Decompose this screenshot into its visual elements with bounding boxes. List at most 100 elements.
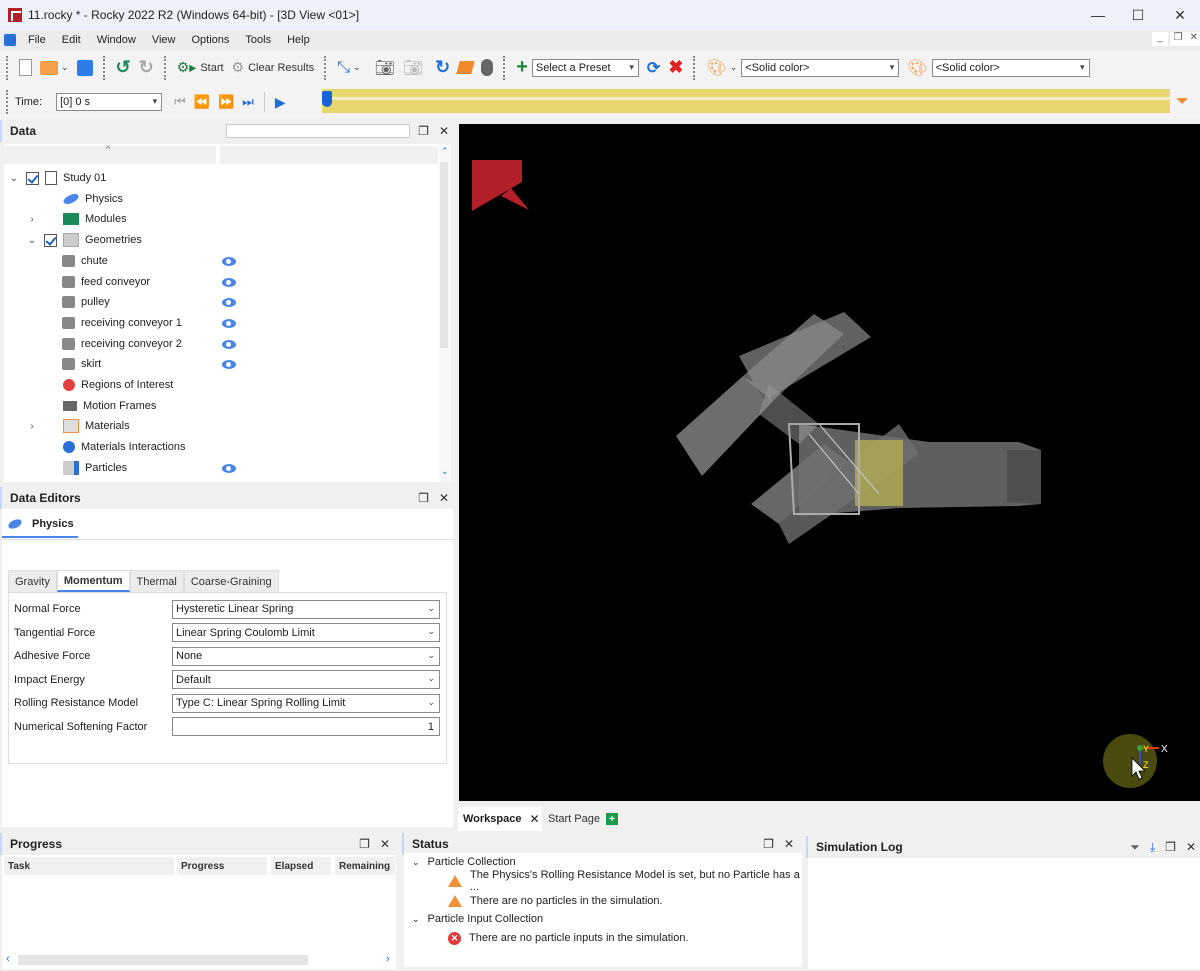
tree-item[interactable]: ⌄ Geometries: [26, 230, 142, 250]
first-frame-button[interactable]: ⏮: [174, 94, 186, 110]
scroll-down-icon[interactable]: ⌄: [441, 466, 449, 477]
chevron-down-icon[interactable]: ⌄: [26, 235, 38, 246]
tree-item[interactable]: Regions of Interest: [26, 375, 173, 395]
float-panel-icon[interactable]: ❐: [359, 837, 370, 851]
menu-view[interactable]: View: [144, 34, 184, 46]
particle-color-button[interactable]: 🎨︎: [907, 58, 927, 78]
redo-button[interactable]: ↻: [139, 57, 154, 78]
field-select[interactable]: Linear Spring Coulomb Limit ⌄: [172, 623, 440, 642]
delete-preset-button[interactable]: ✖: [668, 57, 683, 78]
field-select[interactable]: Default ⌄: [172, 670, 440, 689]
visibility-eye-icon[interactable]: [222, 339, 236, 349]
close-panel-icon[interactable]: ✕: [1186, 840, 1196, 855]
3d-viewport[interactable]: X Y Z: [459, 124, 1200, 801]
horizontal-scrollbar[interactable]: ‹ ›: [2, 953, 396, 967]
field-select[interactable]: None ⌄: [172, 646, 440, 666]
float-panel-icon[interactable]: ❐: [1165, 840, 1176, 855]
float-panel-icon[interactable]: ❐: [763, 837, 774, 851]
tab-momentum[interactable]: Momentum: [56, 570, 130, 592]
menu-options[interactable]: Options: [183, 34, 237, 46]
mdi-restore-button[interactable]: ❐: [1170, 32, 1186, 46]
field-select[interactable]: Type C: Linear Spring Rolling Limit ⌄: [172, 693, 440, 713]
status-item[interactable]: The Physics's Rolling Resistance Model i…: [448, 869, 802, 893]
tree-item[interactable]: feed conveyor: [44, 272, 150, 292]
close-tab-icon[interactable]: ✕: [530, 812, 540, 826]
close-panel-icon[interactable]: ✕: [784, 837, 794, 851]
close-panel-icon[interactable]: ✕: [380, 837, 390, 851]
particle-color-select[interactable]: <Solid color> ▾: [931, 58, 1090, 77]
screenshot-export-button[interactable]: 📷︎: [403, 58, 423, 78]
3d-scene[interactable]: X Y Z: [459, 124, 1200, 801]
scroll-up-icon[interactable]: ⌃: [441, 146, 449, 157]
menu-window[interactable]: Window: [89, 34, 144, 46]
scroll-to-end-icon[interactable]: ⤓: [1150, 840, 1155, 855]
add-preset-button[interactable]: +: [516, 56, 528, 79]
start-button[interactable]: ⚙▸ Start: [177, 59, 224, 76]
col-remaining[interactable]: Remaining: [335, 857, 395, 875]
step-forward-button[interactable]: ⏩: [218, 94, 234, 110]
filter-icon[interactable]: ⏷: [1130, 840, 1140, 855]
visibility-eye-icon[interactable]: [222, 360, 236, 370]
tree-checkbox[interactable]: [44, 233, 57, 247]
chevron-right-icon[interactable]: ›: [26, 421, 38, 432]
geometry-color-button[interactable]: 🎨︎ ⌄: [706, 58, 737, 78]
tree-item[interactable]: Particles: [26, 458, 127, 478]
tree-item[interactable]: › Materials: [26, 416, 130, 436]
tree-item[interactable]: skirt: [44, 354, 101, 374]
toolbar-grip[interactable]: [693, 55, 696, 80]
chevron-right-icon[interactable]: ›: [26, 214, 38, 225]
tree-item[interactable]: › Modules: [26, 209, 127, 229]
tree-item[interactable]: receiving conveyor 1: [44, 313, 182, 333]
screenshot-button[interactable]: 📷︎: [375, 58, 395, 78]
rotate-view-button[interactable]: ↻: [435, 57, 450, 78]
undo-button[interactable]: ↺: [116, 57, 131, 78]
field-select[interactable]: Hysteretic Linear Spring ⌄: [172, 599, 440, 619]
scrollbar-thumb[interactable]: [440, 162, 448, 348]
scroll-left-icon[interactable]: ‹: [6, 953, 10, 965]
scrollbar-thumb[interactable]: [18, 955, 308, 965]
tab-coarse-graining[interactable]: Coarse-Graining: [183, 570, 279, 592]
col-progress[interactable]: Progress: [177, 857, 267, 875]
mouse-settings-button[interactable]: [481, 59, 494, 76]
tree-item[interactable]: chute: [44, 251, 108, 271]
visibility-eye-icon[interactable]: [222, 318, 236, 328]
tree-item[interactable]: Motion Frames: [26, 396, 156, 416]
preset-select[interactable]: Select a Preset ▾: [531, 58, 639, 77]
col-elapsed[interactable]: Elapsed: [271, 857, 331, 875]
timeline-slider[interactable]: [322, 89, 1170, 113]
app-menu-icon[interactable]: [4, 34, 16, 46]
close-panel-icon[interactable]: ✕: [439, 491, 449, 505]
menu-edit[interactable]: Edit: [54, 34, 89, 46]
visibility-eye-icon[interactable]: [222, 463, 236, 473]
data-search-input[interactable]: [226, 124, 410, 138]
tab-thermal[interactable]: Thermal: [129, 570, 184, 592]
menu-help[interactable]: Help: [279, 34, 318, 46]
minimize-button[interactable]: —: [1076, 0, 1120, 30]
float-panel-icon[interactable]: ❐: [418, 124, 429, 138]
maximize-button[interactable]: ☐: [1116, 0, 1160, 30]
tab-workspace[interactable]: Workspace ✕: [458, 807, 542, 831]
toolbar-grip[interactable]: [6, 90, 9, 114]
box-view-button[interactable]: [456, 61, 475, 74]
timeline-thumb[interactable]: [322, 91, 332, 107]
tree-item[interactable]: receiving conveyor 2: [44, 334, 182, 354]
tree-column-header[interactable]: ^: [4, 144, 216, 164]
status-item[interactable]: ✕ There are no particle inputs in the sim…: [448, 929, 689, 947]
tree-column-header[interactable]: [220, 146, 438, 164]
field-number-input[interactable]: 1: [172, 717, 440, 736]
refresh-preset-button[interactable]: ⟳: [647, 58, 660, 78]
visibility-eye-icon[interactable]: [222, 277, 236, 287]
tree-item[interactable]: ⌄ Study 01: [8, 168, 106, 188]
close-panel-icon[interactable]: ✕: [439, 124, 449, 138]
tree-item[interactable]: pulley: [44, 292, 110, 312]
add-tab-icon[interactable]: +: [605, 813, 618, 825]
tree-item[interactable]: Materials Interactions: [26, 437, 186, 457]
geometry-color-select[interactable]: <Solid color> ▾: [741, 58, 900, 77]
visibility-eye-icon[interactable]: [222, 298, 236, 308]
toolbar-grip[interactable]: [163, 55, 167, 80]
tab-gravity[interactable]: Gravity: [8, 570, 57, 592]
clear-results-button[interactable]: ⚙ Clear Results: [232, 59, 315, 76]
new-file-button[interactable]: [19, 59, 32, 76]
tab-start-page[interactable]: Start Page +: [545, 807, 625, 831]
menu-tools[interactable]: Tools: [237, 34, 279, 46]
